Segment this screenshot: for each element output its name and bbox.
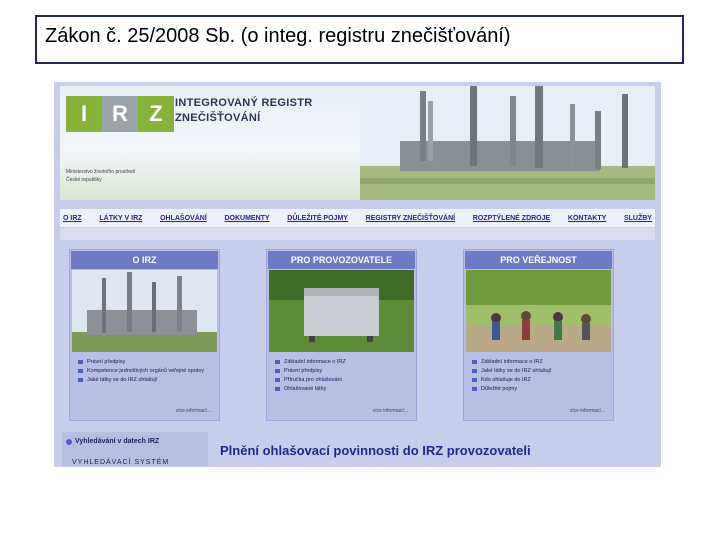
bullet-icon <box>275 369 280 373</box>
more-info-link[interactable]: více informací... <box>373 408 408 414</box>
link-text: Příručka pro ohlašování <box>284 377 343 383</box>
link-text: Základní informace o IRZ <box>481 359 543 365</box>
bullet-icon <box>78 369 83 373</box>
container-photo <box>269 270 414 352</box>
panel-title[interactable]: PRO VEŘEJNOST <box>465 251 612 269</box>
panel-pro-provozovatele: PRO PROVOZOVATELE Základní informace o I… <box>266 249 417 421</box>
logo-letter-r: R <box>102 96 138 132</box>
logo-line-2: ZNEČIŠŤOVÁNÍ <box>175 112 261 124</box>
search-title-text: Vyhledávání v datech IRZ <box>75 438 160 445</box>
main-navigation: O IRZ LÁTKY V IRZ OHLAŠOVÁNÍ DOKUMENTY D… <box>60 209 655 227</box>
logo-text: INTEGROVANÝ REGISTR ZNEČIŠŤOVÁNÍ <box>175 96 313 126</box>
list-item[interactable]: Kdo ohlašuje do IRZ <box>472 376 612 385</box>
bullet-icon <box>275 387 280 391</box>
search-box[interactable]: Vyhledávání v datech IRZ VYHLEDÁVACÍ SYS… <box>62 432 208 466</box>
nav-item-ohlasovani[interactable]: OHLAŠOVÁNÍ <box>160 215 207 222</box>
link-text: Kdo ohlašuje do IRZ <box>481 377 531 383</box>
nav-item-dokumenty[interactable]: DOKUMENTY <box>224 215 269 222</box>
link-text: Jaké látky se do IRZ ohlašují <box>481 368 552 374</box>
bullet-icon <box>472 387 477 391</box>
panel-o-irz: O IRZ Právní předpisy Kompetence jednotl… <box>69 249 220 421</box>
list-item[interactable]: Kompetence jednotlivých orgánů veřejné s… <box>78 367 218 376</box>
link-text: Základní informace o IRZ <box>284 359 346 365</box>
list-item[interactable]: Příručka pro ohlašování <box>275 376 415 385</box>
nav-item-kontakty[interactable]: KONTAKTY <box>568 215 606 222</box>
link-text: Ohlašované látky <box>284 386 327 392</box>
website-screenshot: I R Z INTEGROVANÝ REGISTR ZNEČIŠŤOVÁNÍ M… <box>54 82 661 467</box>
panel-link-list: Právní předpisy Kompetence jednotlivých … <box>78 358 218 385</box>
bullet-icon <box>472 378 477 382</box>
slide-title: Zákon č. 25/2008 Sb. (o integ. registru … <box>35 15 684 64</box>
page-headline: Plnění ohlašovací povinnosti do IRZ prov… <box>220 443 531 458</box>
list-item[interactable]: Základní informace o IRZ <box>472 358 612 367</box>
list-item[interactable]: Jaké látky se do IRZ ohlašují <box>472 367 612 376</box>
logo-line-1: INTEGROVANÝ REGISTR <box>175 97 313 109</box>
bullet-icon <box>472 369 477 373</box>
list-item[interactable]: Jaké látky se do IRZ ohlašují <box>78 376 218 385</box>
bullet-icon <box>78 360 83 364</box>
more-info-link[interactable]: více informací... <box>570 408 605 414</box>
link-text: Kompetence jednotlivých orgánů veřejné s… <box>87 368 205 374</box>
nav-item-sluzby[interactable]: SLUŽBY <box>624 215 652 222</box>
irz-logo[interactable]: I R Z <box>66 96 174 132</box>
bullet-icon <box>78 378 83 382</box>
more-info-link[interactable]: více informací... <box>176 408 211 414</box>
bullet-icon <box>66 438 72 445</box>
list-item[interactable]: Důležité pojmy <box>472 385 612 394</box>
link-text: Právní předpisy <box>284 368 323 374</box>
link-text: Důležité pojmy <box>481 386 518 392</box>
list-item[interactable]: Právní předpisy <box>275 367 415 376</box>
bullet-icon <box>275 360 280 364</box>
logo-letter-i: I <box>66 96 102 132</box>
nav-item-pojmy[interactable]: DŮLEŽITÉ POJMY <box>287 215 348 222</box>
ministry-line-1: Ministerstvo životního prostředí <box>66 169 136 175</box>
search-system-label[interactable]: VYHLEDÁVACÍ SYSTÉM <box>72 459 169 466</box>
list-item[interactable]: Ohlašované látky <box>275 385 415 394</box>
refinery-photo <box>72 270 217 352</box>
logo-letter-z: Z <box>138 96 174 132</box>
nav-item-registry[interactable]: REGISTRY ZNEČIŠŤOVÁNÍ <box>366 215 455 222</box>
nav-item-zdroje[interactable]: ROZPTÝLENÉ ZDROJE <box>473 215 550 222</box>
panel-link-list: Základní informace o IRZ Jaké látky se d… <box>472 358 612 394</box>
ministry-line-2: České republiky <box>66 177 102 183</box>
panel-link-list: Základní informace o IRZ Právní předpisy… <box>275 358 415 394</box>
subnav-strip <box>60 228 655 240</box>
site-header: I R Z INTEGROVANÝ REGISTR ZNEČIŠŤOVÁNÍ M… <box>60 86 655 200</box>
panel-pro-verejnost: PRO VEŘEJNOST Základní informace o IRZ J… <box>463 249 614 421</box>
search-title: Vyhledávání v datech IRZ <box>66 438 159 445</box>
link-text: Jaké látky se do IRZ ohlašují <box>87 377 158 383</box>
link-text: Právní předpisy <box>87 359 126 365</box>
list-item[interactable]: Právní předpisy <box>78 358 218 367</box>
nav-item-latky[interactable]: LÁTKY V IRZ <box>99 215 142 222</box>
list-item[interactable]: Základní informace o IRZ <box>275 358 415 367</box>
bullet-icon <box>472 360 477 364</box>
people-photo <box>466 270 611 352</box>
nav-item-o-irz[interactable]: O IRZ <box>63 215 82 222</box>
ministry-label: Ministerstvo životního prostředí České r… <box>66 168 176 184</box>
refinery-image <box>360 86 655 200</box>
panel-title[interactable]: O IRZ <box>71 251 218 269</box>
bullet-icon <box>275 378 280 382</box>
panel-title[interactable]: PRO PROVOZOVATELE <box>268 251 415 269</box>
